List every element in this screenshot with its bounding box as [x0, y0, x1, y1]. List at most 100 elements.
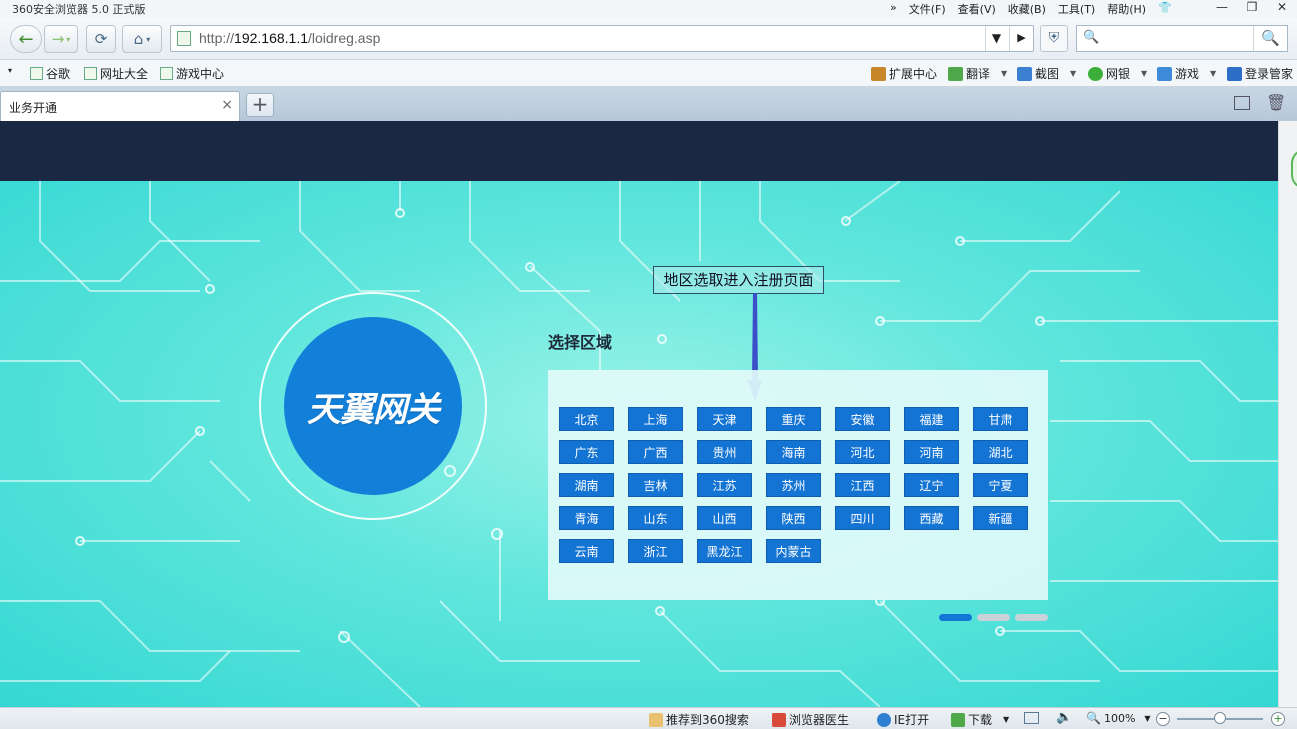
zoom-in-button[interactable]: + — [1271, 712, 1285, 726]
region-button[interactable]: 宁夏 — [973, 473, 1028, 497]
url-scheme: http:// — [199, 30, 235, 46]
key-icon — [1227, 66, 1242, 81]
region-button[interactable]: 辽宁 — [904, 473, 959, 497]
restore-tabs-icon[interactable] — [1234, 96, 1250, 110]
search-engine-icon[interactable]: 🔍 — [1083, 30, 1099, 45]
region-button[interactable]: 北京 — [559, 407, 614, 431]
address-history-dropdown[interactable]: ▼ — [985, 26, 1007, 51]
bookmarks-dropdown-icon[interactable]: ▾ — [8, 66, 12, 75]
region-button[interactable]: 新疆 — [973, 506, 1028, 530]
region-button[interactable]: 甘肃 — [973, 407, 1028, 431]
tab-business-activation[interactable]: 业务开通 × — [0, 91, 240, 121]
region-button[interactable]: 浙江 — [628, 539, 683, 563]
minimize-button[interactable]: — — [1207, 0, 1237, 16]
region-button[interactable]: 山西 — [697, 506, 752, 530]
region-button[interactable]: 湖南 — [559, 473, 614, 497]
login-manager-button[interactable]: 登录管家 — [1227, 65, 1293, 82]
region-button[interactable]: 苏州 — [766, 473, 821, 497]
translate-button[interactable]: 翻译 ▼ — [948, 65, 1007, 82]
chevron-down-icon[interactable]: ▼ — [1141, 69, 1147, 78]
zoom-level-button[interactable]: 🔍 100% ▼ — [1086, 711, 1151, 725]
open-in-ie-button[interactable]: IE打开 — [877, 711, 929, 728]
gamepad-icon — [1157, 66, 1172, 81]
refresh-button[interactable]: ⟳ — [86, 25, 116, 53]
address-bar[interactable]: http://192.168.1.1/loidreg.asp ▼ ▶ — [170, 25, 1034, 52]
menu-view[interactable]: 查看(V) — [958, 1, 996, 17]
carousel-dot[interactable] — [977, 614, 1010, 621]
search-box[interactable]: 🔍 🔍 — [1076, 25, 1288, 52]
ie-icon — [877, 712, 891, 727]
menu-file[interactable]: 文件(F) — [909, 1, 946, 17]
region-button[interactable]: 江苏 — [697, 473, 752, 497]
search-input[interactable] — [1103, 29, 1253, 48]
region-button[interactable]: 吉林 — [628, 473, 683, 497]
window-icon[interactable] — [1024, 712, 1039, 724]
region-button[interactable]: 陕西 — [766, 506, 821, 530]
region-button[interactable]: 海南 — [766, 440, 821, 464]
online-banking-button[interactable]: 网银 ▼ — [1088, 65, 1147, 82]
region-button[interactable]: 内蒙古 — [766, 539, 821, 563]
side-panel-handle[interactable] — [1291, 149, 1297, 189]
region-button[interactable]: 贵州 — [697, 440, 752, 464]
menu-help[interactable]: 帮助(H) — [1107, 1, 1146, 17]
chevron-down-icon[interactable]: ▼ — [1210, 69, 1216, 78]
chevron-down-icon[interactable]: ▼ — [1144, 714, 1150, 723]
zoom-slider-thumb[interactable] — [1214, 712, 1226, 724]
browser-doctor-button[interactable]: 浏览器医生 — [772, 711, 849, 728]
back-button[interactable]: ← — [10, 25, 42, 53]
region-button[interactable]: 广西 — [628, 440, 683, 464]
chevron-down-icon[interactable]: ▼ — [1070, 69, 1076, 78]
forward-button[interactable]: → ▾ — [44, 25, 78, 53]
bookmark-label: 网址大全 — [100, 67, 149, 81]
address-go-button[interactable]: ▶ — [1009, 26, 1033, 51]
toolbar-label: 登录管家 — [1245, 67, 1294, 81]
close-window-button[interactable]: ✕ — [1267, 0, 1297, 16]
trash-icon[interactable]: 🗑 — [1266, 93, 1286, 112]
url-text[interactable]: http://192.168.1.1/loidreg.asp — [199, 30, 380, 46]
bookmark-url-directory[interactable]: 网址大全 — [84, 65, 148, 82]
tab-close-icon[interactable]: × — [221, 97, 233, 113]
skin-shirt-icon[interactable]: 👕 — [1158, 1, 1172, 17]
carousel-dot[interactable] — [939, 614, 972, 621]
region-button[interactable]: 福建 — [904, 407, 959, 431]
zoom-out-button[interactable]: − — [1156, 712, 1170, 726]
recommend-360-search-button[interactable]: 推荐到360搜索 — [649, 711, 749, 728]
restore-button[interactable]: ❐ — [1237, 0, 1267, 16]
home-button[interactable]: ⌂ ▾ — [122, 25, 162, 53]
bookmark-game-center[interactable]: 游戏中心 — [160, 65, 224, 82]
region-button[interactable]: 青海 — [559, 506, 614, 530]
chevron-down-icon[interactable]: ▼ — [1001, 69, 1007, 78]
status-label: IE打开 — [894, 713, 930, 727]
region-button[interactable]: 江西 — [835, 473, 890, 497]
security-shield-button[interactable]: ⛨ — [1040, 25, 1068, 52]
search-button[interactable]: 🔍 — [1253, 26, 1287, 51]
menu-more-chevron[interactable]: » — [890, 1, 897, 17]
download-button[interactable]: 下载 ▼ — [951, 711, 1009, 728]
region-button[interactable]: 黑龙江 — [697, 539, 752, 563]
games-button[interactable]: 游戏 ▼ — [1157, 65, 1216, 82]
region-button[interactable]: 云南 — [559, 539, 614, 563]
region-button[interactable]: 安徽 — [835, 407, 890, 431]
extension-center-button[interactable]: 扩展中心 — [871, 65, 937, 82]
screenshot-button[interactable]: 截图 ▼ — [1017, 65, 1076, 82]
region-button[interactable]: 山东 — [628, 506, 683, 530]
region-button[interactable]: 广东 — [559, 440, 614, 464]
speaker-icon[interactable]: 🔈 — [1056, 710, 1072, 725]
window-controls: — ❐ ✕ — [1207, 0, 1297, 16]
region-button[interactable]: 湖北 — [973, 440, 1028, 464]
region-button[interactable]: 河南 — [904, 440, 959, 464]
menu-tools[interactable]: 工具(T) — [1058, 1, 1095, 17]
status-label: 推荐到360搜索 — [666, 713, 749, 727]
menu-favorites[interactable]: 收藏(B) — [1008, 1, 1046, 17]
bookmark-google[interactable]: 谷歌 — [30, 65, 70, 82]
region-button[interactable]: 河北 — [835, 440, 890, 464]
region-button[interactable]: 上海 — [628, 407, 683, 431]
carousel-dot[interactable] — [1015, 614, 1048, 621]
region-button[interactable]: 西藏 — [904, 506, 959, 530]
vertical-scrollbar[interactable] — [1278, 121, 1297, 707]
region-button[interactable]: 四川 — [835, 506, 890, 530]
region-button[interactable]: 重庆 — [766, 407, 821, 431]
chevron-down-icon[interactable]: ▼ — [1003, 715, 1009, 724]
region-button[interactable]: 天津 — [697, 407, 752, 431]
new-tab-button[interactable]: + — [246, 93, 274, 117]
